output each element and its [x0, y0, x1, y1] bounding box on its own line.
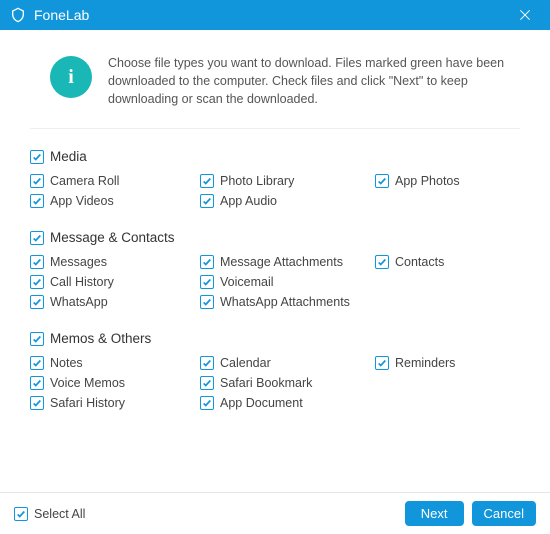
option-app-document[interactable]: App Document [200, 396, 375, 410]
section-checkbox[interactable] [30, 150, 44, 164]
option-label: App Document [220, 396, 303, 410]
select-all-checkbox[interactable] [14, 507, 28, 521]
section-label: Memos & Others [50, 331, 151, 346]
option-label: App Photos [395, 174, 460, 188]
option-label: Voice Memos [50, 376, 125, 390]
info-icon: i [50, 56, 92, 98]
option-label: Photo Library [220, 174, 294, 188]
option-call-history[interactable]: Call History [30, 275, 200, 289]
close-button[interactable] [510, 0, 540, 30]
section-checkbox[interactable] [30, 332, 44, 346]
option-checkbox[interactable] [200, 194, 214, 208]
cancel-button[interactable]: Cancel [472, 501, 536, 526]
section-grid: Notes Calendar Reminders Voice Memos Safari … [30, 356, 520, 410]
option-app-photos[interactable]: App Photos [375, 174, 505, 188]
select-all-row[interactable]: Select All [14, 507, 397, 521]
intro-row: i Choose file types you want to download… [30, 48, 520, 129]
footer-bar: Select All Next Cancel [0, 492, 550, 534]
app-title: FoneLab [34, 7, 510, 23]
option-checkbox[interactable] [375, 174, 389, 188]
option-checkbox[interactable] [200, 356, 214, 370]
option-whatsapp-attachments[interactable]: WhatsApp Attachments [200, 295, 375, 309]
option-app-audio[interactable]: App Audio [200, 194, 375, 208]
option-checkbox[interactable] [375, 255, 389, 269]
option-checkbox[interactable] [30, 174, 44, 188]
sections: Media Camera Roll Photo Library App Photos A… [30, 129, 520, 410]
option-label: Call History [50, 275, 114, 289]
option-checkbox[interactable] [200, 295, 214, 309]
option-label: Messages [50, 255, 107, 269]
option-checkbox[interactable] [375, 356, 389, 370]
option-label: Camera Roll [50, 174, 119, 188]
option-label: Message Attachments [220, 255, 343, 269]
option-whatsapp[interactable]: WhatsApp [30, 295, 200, 309]
option-checkbox[interactable] [30, 376, 44, 390]
option-contacts[interactable]: Contacts [375, 255, 505, 269]
select-all-label: Select All [34, 507, 85, 521]
option-safari-history[interactable]: Safari History [30, 396, 200, 410]
intro-text: Choose file types you want to download. … [108, 54, 514, 108]
option-voicemail[interactable]: Voicemail [200, 275, 375, 289]
option-app-videos[interactable]: App Videos [30, 194, 200, 208]
option-voice-memos[interactable]: Voice Memos [30, 376, 200, 390]
option-label: WhatsApp [50, 295, 108, 309]
option-messages[interactable]: Messages [30, 255, 200, 269]
title-bar: FoneLab [0, 0, 550, 30]
option-checkbox[interactable] [200, 174, 214, 188]
section-grid: Messages Message Attachments Contacts Call … [30, 255, 520, 309]
section-header[interactable]: Memos & Others [30, 331, 520, 346]
option-calendar[interactable]: Calendar [200, 356, 375, 370]
option-checkbox[interactable] [30, 255, 44, 269]
option-label: App Videos [50, 194, 114, 208]
option-label: Contacts [395, 255, 444, 269]
option-safari-bookmark[interactable]: Safari Bookmark [200, 376, 375, 390]
section-message-contacts: Message & Contacts Messages Message Attach… [30, 230, 520, 309]
section-header[interactable]: Message & Contacts [30, 230, 520, 245]
section-label: Message & Contacts [50, 230, 175, 245]
option-camera-roll[interactable]: Camera Roll [30, 174, 200, 188]
option-label: Safari Bookmark [220, 376, 312, 390]
section-label: Media [50, 149, 87, 164]
option-checkbox[interactable] [200, 376, 214, 390]
section-memos-others: Memos & Others Notes Calendar Reminders Voic… [30, 331, 520, 410]
option-label: Notes [50, 356, 83, 370]
option-checkbox[interactable] [200, 275, 214, 289]
option-checkbox[interactable] [30, 396, 44, 410]
option-checkbox[interactable] [200, 255, 214, 269]
option-message-attachments[interactable]: Message Attachments [200, 255, 375, 269]
option-label: Calendar [220, 356, 271, 370]
option-photo-library[interactable]: Photo Library [200, 174, 375, 188]
option-checkbox[interactable] [30, 295, 44, 309]
option-notes[interactable]: Notes [30, 356, 200, 370]
shield-icon [10, 7, 26, 23]
option-label: Safari History [50, 396, 125, 410]
option-label: Reminders [395, 356, 455, 370]
section-header[interactable]: Media [30, 149, 520, 164]
option-checkbox[interactable] [30, 194, 44, 208]
option-checkbox[interactable] [30, 356, 44, 370]
option-checkbox[interactable] [200, 396, 214, 410]
section-grid: Camera Roll Photo Library App Photos App Vi… [30, 174, 520, 208]
section-checkbox[interactable] [30, 231, 44, 245]
empty-cell [375, 275, 505, 289]
option-label: WhatsApp Attachments [220, 295, 350, 309]
option-reminders[interactable]: Reminders [375, 356, 505, 370]
option-label: Voicemail [220, 275, 274, 289]
dialog-content: i Choose file types you want to download… [0, 30, 550, 410]
next-button[interactable]: Next [405, 501, 464, 526]
option-label: App Audio [220, 194, 277, 208]
empty-cell [375, 376, 505, 390]
section-media: Media Camera Roll Photo Library App Photos A… [30, 149, 520, 208]
option-checkbox[interactable] [30, 275, 44, 289]
